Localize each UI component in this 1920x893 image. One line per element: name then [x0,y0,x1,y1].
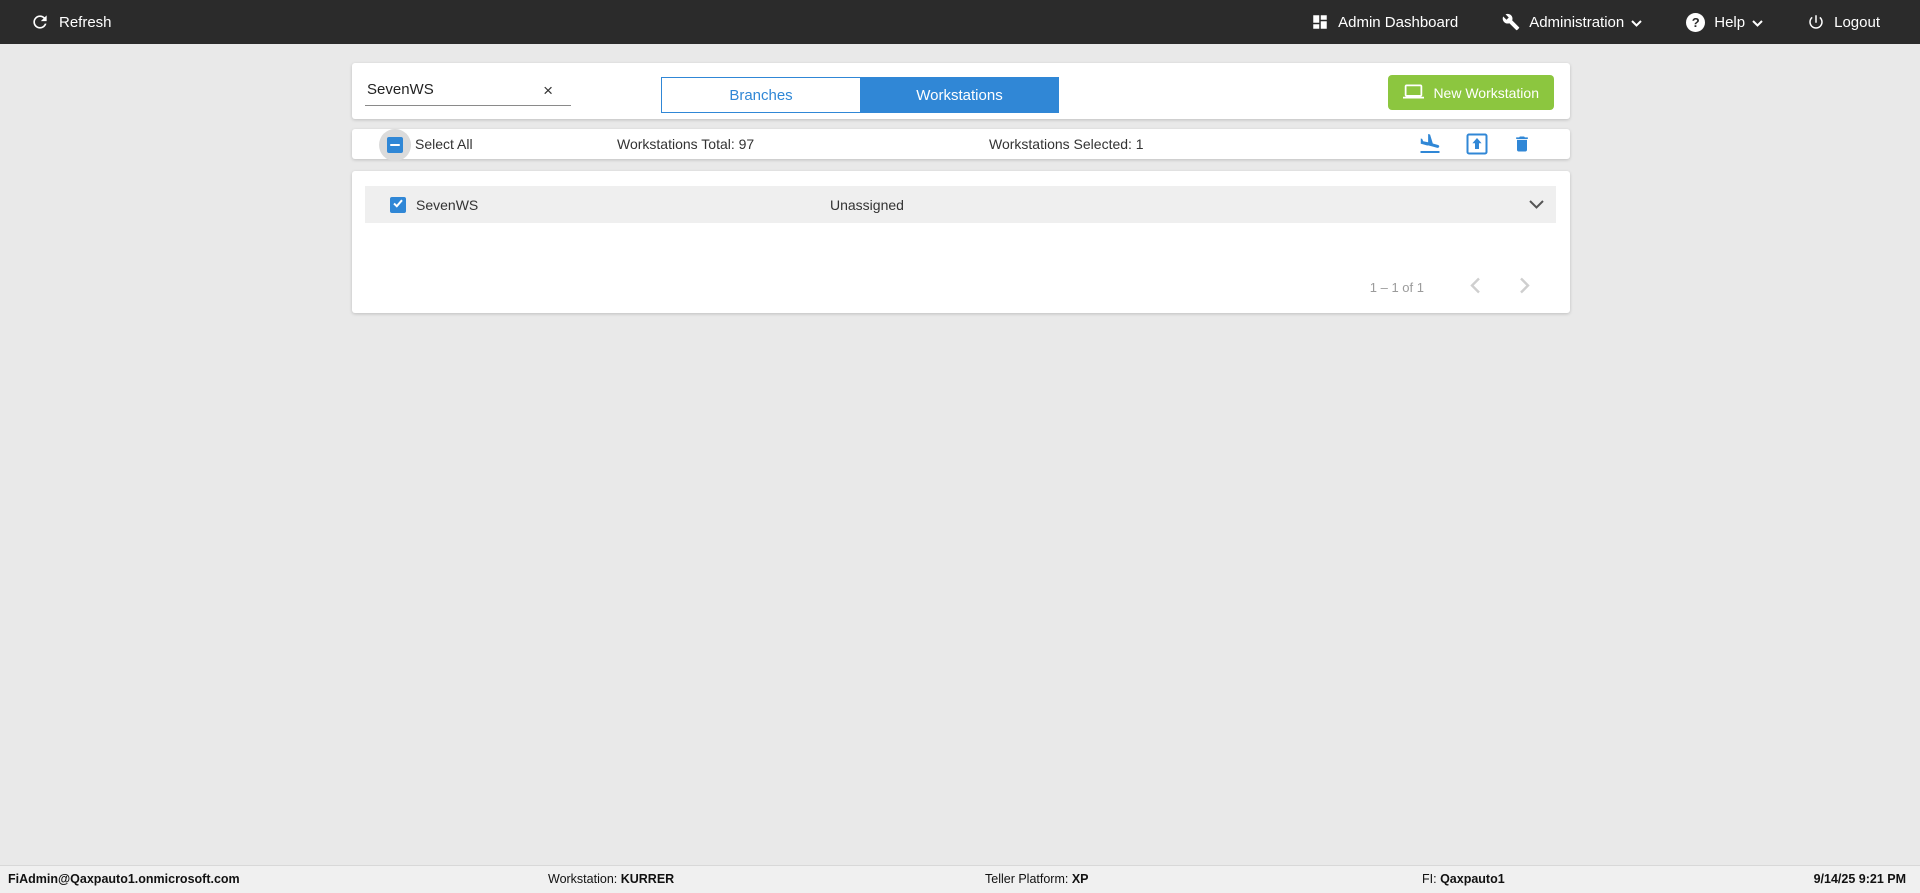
logout-label: Logout [1834,13,1880,31]
fi-label: FI: [1422,872,1441,886]
workstation-field: Workstation: KURRER [548,866,674,892]
administration-menu[interactable]: Administration [1502,13,1642,31]
datetime-label: 9/14/25 9:21 PM [1813,872,1906,886]
trash-icon [1512,134,1532,154]
status-bar: FiAdmin@Qaxpauto1.onmicrosoft.com Workst… [0,865,1920,893]
indeterminate-mark [390,144,400,146]
workstation-name: SevenWS [416,196,479,213]
clear-search-icon[interactable]: × [543,82,553,99]
upload-box-icon [1466,133,1488,155]
chevron-down-icon [1752,19,1763,27]
flight-land-icon [1418,132,1442,156]
toolbar-card: × Branches Workstations New Workstation [352,63,1570,119]
refresh-button[interactable]: Refresh [30,12,112,32]
workstation-value: KURRER [620,872,675,886]
pagination-range-label: 1 – 1 of 1 [1369,279,1424,295]
teller-platform-field: Teller Platform: XP [985,866,1089,892]
select-all-label: Select All [415,136,473,152]
admin-dashboard-button[interactable]: Admin Dashboard [1311,13,1458,31]
new-workstation-button[interactable]: New Workstation [1388,75,1554,110]
view-toggle-group: Branches Workstations [661,77,1059,113]
user-email: FiAdmin@Qaxpauto1.onmicrosoft.com [8,872,240,886]
power-icon [1807,13,1825,31]
top-nav-bar: Refresh Admin Dashboard Administration ?… [0,0,1920,44]
prev-page-button[interactable] [1470,277,1481,297]
help-menu[interactable]: ? Help [1686,12,1763,32]
chevron-down-icon[interactable] [1529,200,1544,209]
help-icon: ? [1686,12,1706,32]
administration-label: Administration [1529,13,1625,31]
delete-workstation-button[interactable] [1512,134,1532,154]
workstations-selected-label: Workstations Selected: 1 [989,136,1144,152]
chevron-right-icon [1519,277,1530,297]
check-icon [392,196,404,214]
search-input[interactable] [365,77,571,106]
admin-dashboard-label: Admin Dashboard [1338,13,1459,31]
tab-branches[interactable]: Branches [661,77,860,113]
chevron-down-icon [1631,19,1642,27]
workstation-label: Workstation: [548,872,621,886]
assign-workstation-button[interactable] [1418,132,1442,156]
selection-actions [1418,132,1532,156]
workstation-status: Unassigned [830,196,904,213]
search-field: × [365,77,571,106]
refresh-label: Refresh [59,13,112,31]
selection-bar: Select All Workstations Total: 97 Workst… [352,129,1570,161]
row-checkbox[interactable] [390,196,406,214]
select-all-checkbox[interactable] [387,137,403,153]
teller-platform-value: XP [1071,872,1089,886]
workstations-total-label: Workstations Total: 97 [617,136,755,152]
workstation-row[interactable]: SevenWS Unassigned [365,186,1556,223]
main-content: × Branches Workstations New Workstation … [0,44,1920,865]
next-page-button[interactable] [1519,277,1530,297]
new-workstation-label: New Workstation [1433,84,1539,101]
help-label: Help [1714,13,1746,31]
chevron-left-icon [1470,277,1481,297]
logout-button[interactable]: Logout [1807,13,1880,31]
teller-platform-label: Teller Platform: [985,872,1072,886]
workstation-list-card: SevenWS Unassigned 1 – 1 of 1 [352,171,1570,313]
export-workstation-button[interactable] [1466,133,1488,155]
pagination: 1 – 1 of 1 [1370,276,1530,298]
wrench-icon [1502,13,1520,31]
refresh-icon [30,12,50,32]
fi-value: Qaxpauto1 [1440,872,1505,886]
laptop-icon [1403,81,1425,105]
tab-workstations[interactable]: Workstations [860,77,1059,113]
fi-field: FI: Qaxpauto1 [1422,866,1505,892]
dashboard-icon [1311,13,1329,31]
